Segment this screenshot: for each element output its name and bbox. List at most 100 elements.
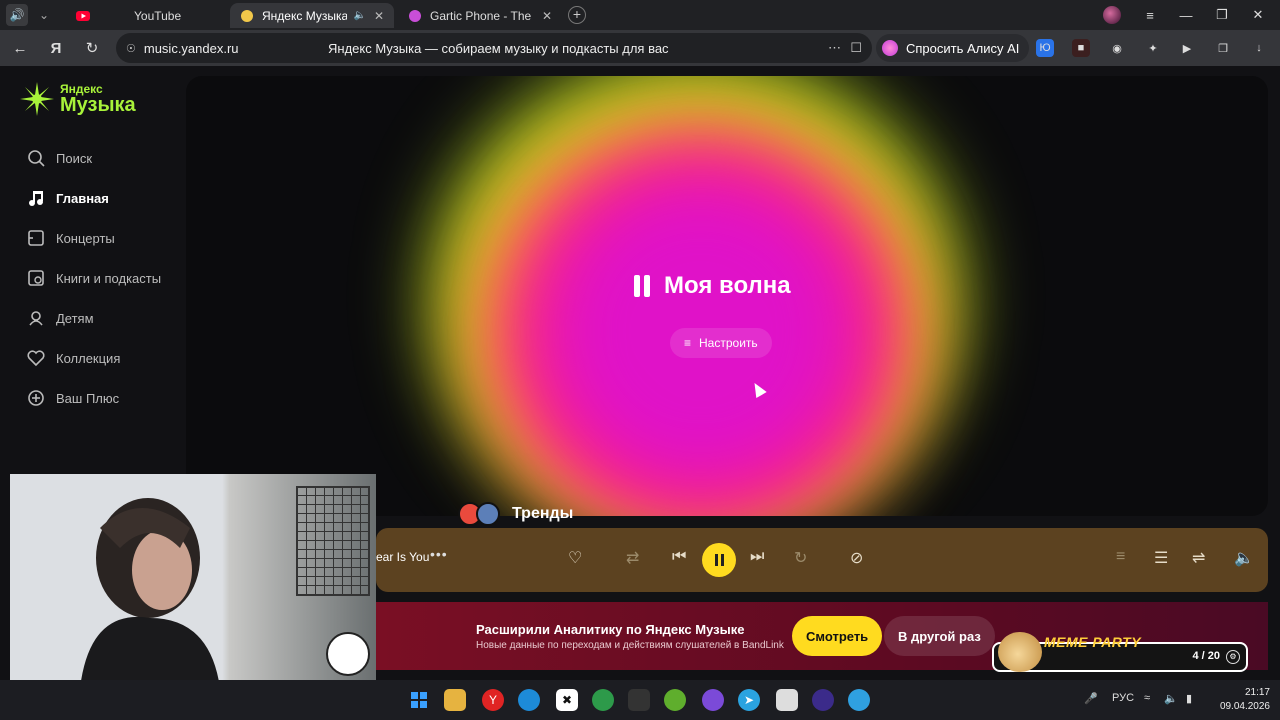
- sidebar-item-concerts[interactable]: Концерты: [26, 218, 161, 258]
- tab-list-chevron-icon[interactable]: ⌄: [34, 8, 54, 22]
- tune-button[interactable]: ≡ Настроить: [670, 328, 772, 358]
- menu-icon[interactable]: ≡: [1132, 8, 1168, 23]
- wall-grid: [296, 486, 370, 596]
- sidebar-item-books-podcasts[interactable]: Книги и подкасты: [26, 258, 161, 298]
- doge-icon: [998, 632, 1042, 672]
- my-wave-title[interactable]: Моя волна: [634, 272, 791, 300]
- sidebar-item-plus[interactable]: Ваш Плюс: [26, 378, 161, 418]
- tab-audio-icon[interactable]: 🔊: [6, 4, 28, 26]
- language-indicator[interactable]: РУС: [1112, 692, 1134, 704]
- search-icon: [26, 148, 46, 168]
- sidebar-item-label: Концерты: [56, 230, 115, 246]
- pause-button[interactable]: [702, 543, 736, 577]
- reload-icon[interactable]: ↻: [78, 34, 106, 62]
- my-wave-hero[interactable]: Моя волна ≡ Настроить: [186, 76, 1268, 516]
- collections-icon[interactable]: ❐: [1214, 39, 1232, 57]
- trends-section-header[interactable]: Тренды: [458, 502, 573, 526]
- player-bar: ear Is You ••• ♡ ⇄ ⏮ ⏭ ↻ ⊘ ≡ ☰ ⇌ 🔈: [376, 528, 1268, 592]
- lyrics-icon[interactable]: ≡: [1116, 548, 1125, 566]
- shield-app-icon[interactable]: [592, 689, 614, 711]
- download-icon[interactable]: ↓: [1250, 39, 1268, 57]
- extension-off-icon[interactable]: ■: [1072, 39, 1090, 57]
- puzzle-icon[interactable]: ✦: [1144, 39, 1162, 57]
- sidebar-item-home[interactable]: Главная: [26, 178, 161, 218]
- close-window-icon[interactable]: ✕: [1240, 7, 1276, 23]
- heart-icon: [26, 348, 46, 368]
- speaker-icon[interactable]: 🔈: [353, 10, 365, 21]
- windows-start-icon[interactable]: [408, 689, 430, 711]
- back-icon[interactable]: ←: [6, 34, 34, 62]
- extension-icon[interactable]: Ю: [1036, 39, 1054, 57]
- more-icon[interactable]: •••: [430, 546, 448, 562]
- gartic-phone-icon: [408, 9, 422, 23]
- sidebar-item-label: Главная: [56, 190, 109, 206]
- banner-subtitle: Новые данные по переходам и действиям сл…: [476, 640, 784, 651]
- volume-icon[interactable]: 🔈: [1234, 548, 1254, 568]
- extension-bear-icon[interactable]: ◉: [1108, 39, 1126, 57]
- app-icon[interactable]: [664, 689, 686, 711]
- sidebar-item-collection[interactable]: Коллекция: [26, 338, 161, 378]
- taskbar-clock[interactable]: 21:17 09.04.2026: [1214, 686, 1270, 714]
- new-tab-button[interactable]: +: [568, 6, 586, 24]
- profile-avatar[interactable]: [1103, 6, 1121, 24]
- streamer-image: [81, 498, 219, 680]
- microphone-icon[interactable]: 🎤: [1084, 692, 1098, 705]
- address-bar-row: ← Я ↻ ☉ music.yandex.ru Яндекс Музыка — …: [0, 30, 1280, 66]
- battery-icon[interactable]: ▮: [1186, 692, 1192, 705]
- banner-title: Расширили Аналитику по Яндекс Музыке: [476, 622, 745, 637]
- channel-sticker: [326, 632, 370, 676]
- restore-icon[interactable]: ❐: [1204, 7, 1240, 23]
- logo-burst-icon: [20, 82, 54, 116]
- clock-date: 09.04.2026: [1219, 701, 1270, 712]
- more-icon[interactable]: ⋯: [828, 40, 842, 56]
- equalizer-icon[interactable]: ⇌: [1192, 548, 1205, 568]
- shuffle-icon[interactable]: ⇄: [626, 548, 639, 568]
- dislike-icon[interactable]: ⊘: [850, 548, 863, 568]
- trend-avatar: [476, 502, 500, 526]
- telegram-icon[interactable]: ➤: [738, 689, 760, 711]
- sidebar-item-label: Книги и подкасты: [56, 270, 162, 286]
- repeat-icon[interactable]: ↻: [794, 548, 807, 568]
- tune-label: Настроить: [699, 336, 758, 350]
- kids-icon: [26, 308, 46, 328]
- steam-icon[interactable]: [702, 689, 724, 711]
- speaker-icon[interactable]: 🔈: [1164, 692, 1178, 705]
- meme-party-title: MEME PARTY: [1044, 634, 1142, 650]
- yandex-browser-icon[interactable]: Y: [482, 689, 504, 711]
- app-icon[interactable]: [628, 689, 650, 711]
- obs-icon[interactable]: [812, 689, 834, 711]
- my-wave-label: Моя волна: [664, 272, 791, 299]
- meme-party-count: 4 / 20: [1192, 650, 1220, 662]
- media-icon[interactable]: ▶: [1178, 39, 1196, 57]
- yandex-icon[interactable]: Я: [42, 34, 70, 62]
- previous-icon[interactable]: ⏮: [672, 548, 686, 566]
- wifi-icon[interactable]: ≈: [1144, 692, 1150, 704]
- url-field[interactable]: ☉ music.yandex.ru Яндекс Музыка — собира…: [116, 33, 872, 63]
- pause-icon: [634, 275, 654, 297]
- tab-youtube[interactable]: YouTube: [66, 3, 226, 28]
- queue-icon[interactable]: ☰: [1154, 548, 1168, 568]
- track-title[interactable]: ear Is You: [376, 550, 429, 564]
- clock-time: 21:17: [1244, 687, 1270, 698]
- file-explorer-icon[interactable]: [444, 689, 466, 711]
- edge-icon[interactable]: [518, 689, 540, 711]
- yandex-music-logo[interactable]: Яндекс Музыка: [20, 82, 136, 116]
- next-icon[interactable]: ⏭: [750, 548, 764, 566]
- ask-alice-button[interactable]: Спросить Алису AI: [876, 34, 1030, 62]
- bookmark-icon[interactable]: ☐: [850, 40, 862, 56]
- tab-gartic-phone[interactable]: Gartic Phone - The Teleph ✕: [398, 3, 562, 28]
- globe-icon[interactable]: [848, 689, 870, 711]
- sidebar-item-search[interactable]: Поиск: [26, 138, 161, 178]
- browser-tab-bar: 🔊 ⌄ YouTube Яндекс Музыка — со 🔈 ✕ Garti…: [0, 0, 1280, 30]
- watch-button[interactable]: Смотреть: [792, 616, 883, 656]
- tab-yandex-music[interactable]: Яндекс Музыка — со 🔈 ✕: [230, 3, 394, 28]
- close-icon[interactable]: ✕: [374, 9, 384, 23]
- sidebar-item-kids[interactable]: Детям: [26, 298, 161, 338]
- app-icon[interactable]: [776, 689, 798, 711]
- minimize-icon[interactable]: —: [1168, 8, 1204, 23]
- like-heart-icon[interactable]: ♡: [568, 548, 582, 568]
- later-button[interactable]: В другой раз: [884, 616, 995, 656]
- ticket-icon: [26, 228, 46, 248]
- capcut-icon[interactable]: ✖: [556, 689, 578, 711]
- close-icon[interactable]: ✕: [542, 9, 552, 23]
